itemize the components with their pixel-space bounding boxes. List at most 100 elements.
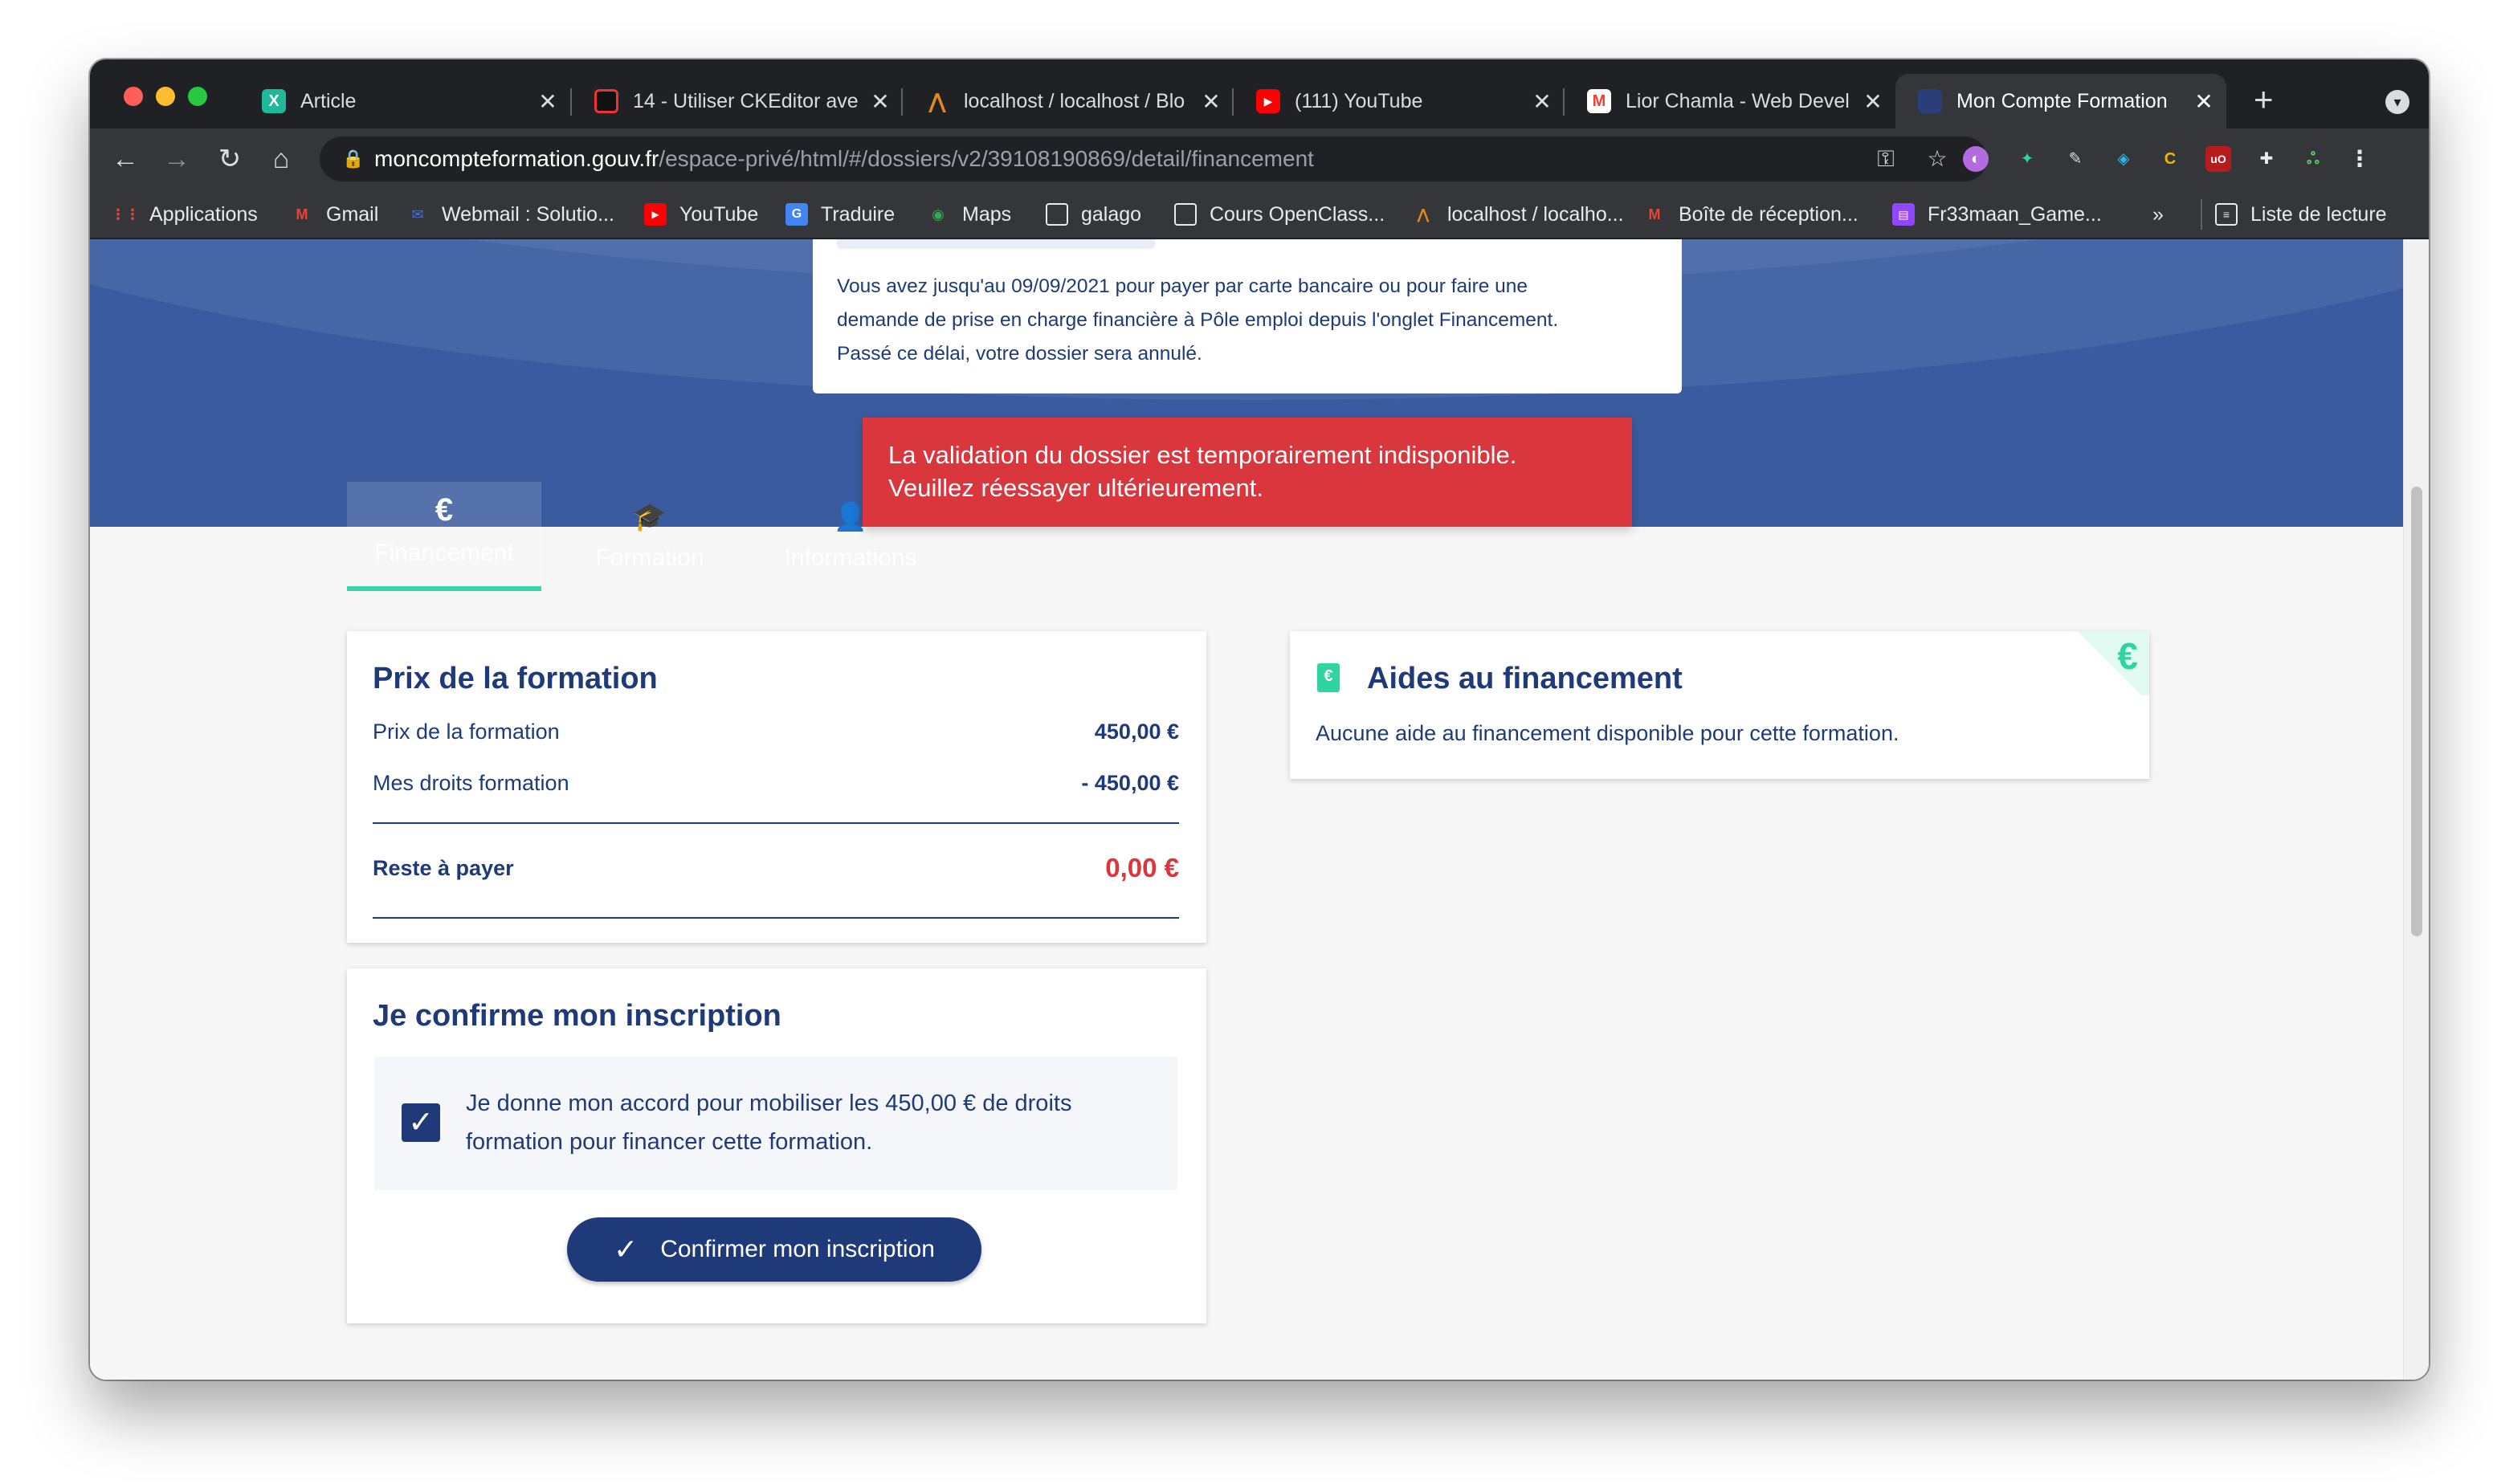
- tab-title: Lior Chamla - Web Devel: [1626, 89, 1850, 112]
- tab-close-icon[interactable]: ✕: [858, 88, 903, 115]
- bookmark-openclassrooms[interactable]: Cours OpenClass...: [1174, 199, 1385, 230]
- tab-close-icon[interactable]: ✕: [525, 88, 570, 115]
- bookmark-label: Cours OpenClass...: [1210, 202, 1385, 226]
- tab-close-icon[interactable]: ✕: [2181, 88, 2226, 115]
- reading-list-button[interactable]: ≡ Liste de lecture: [2201, 199, 2387, 230]
- scrollbar-thumb[interactable]: [2411, 487, 2422, 936]
- tab-label: Financement: [374, 540, 514, 566]
- forward-icon[interactable]: →: [157, 140, 196, 178]
- browser-tab-4[interactable]: M Lior Chamla - Web Devel ✕: [1565, 74, 1895, 128]
- price-row-label: Prix de la formation: [373, 720, 560, 744]
- tab-strip: X Article ✕ 14 - Utiliser CKEditor ave ✕…: [90, 59, 2429, 128]
- bookmark-label: Gmail: [326, 202, 379, 226]
- tab-close-icon[interactable]: ✕: [1189, 88, 1234, 115]
- corner-euro-badge: €: [2069, 631, 2149, 695]
- aid-card: € € Aides au financement Aucune aide au …: [1290, 631, 2149, 779]
- bookmark-label: »: [2152, 202, 2164, 226]
- bookmark-galago[interactable]: galago: [1046, 199, 1141, 230]
- bookmark-inbox[interactable]: M Boîte de réception...: [1643, 199, 1859, 230]
- bookmarks-bar: ⋮⋮ Applications M Gmail ✉ Webmail : Solutio…: [90, 190, 2429, 239]
- rights-row-label: Mes droits formation: [373, 771, 569, 795]
- bookmark-localhost[interactable]: ⋀ localhost / localho...: [1412, 199, 1624, 230]
- browser-tab-1[interactable]: 14 - Utiliser CKEditor ave ✕: [572, 74, 903, 128]
- menu-kebab-icon[interactable]: ⋮: [2347, 146, 2373, 172]
- address-bar[interactable]: 🔒 moncompteformation.gouv.fr /espace-pri…: [320, 137, 1987, 181]
- browser-tab-2[interactable]: ⋀ localhost / localhost / Blo ✕: [903, 74, 1234, 128]
- confirm-card-title: Je confirme mon inscription: [373, 999, 781, 1033]
- divider: [373, 917, 1179, 919]
- gmail-icon: M: [1648, 206, 1661, 222]
- minimize-window-button[interactable]: [156, 87, 175, 106]
- aid-card-title: Aides au financement: [1367, 662, 1683, 695]
- key-icon[interactable]: ⚿: [1873, 146, 1899, 172]
- tab-close-icon[interactable]: ✕: [1850, 88, 1895, 115]
- reading-list-icon: ≡: [2215, 203, 2238, 226]
- price-row: Prix de la formation 450,00 €: [373, 720, 1179, 744]
- extension-icon[interactable]: C: [2157, 146, 2183, 172]
- bookmark-webmail[interactable]: ✉ Webmail : Solutio...: [406, 199, 614, 230]
- folder-icon: [1046, 203, 1068, 226]
- browser-tab-0[interactable]: X Article ✕: [239, 74, 570, 128]
- confirm-card: Je confirme mon inscription ✓ Je donne m…: [347, 968, 1206, 1323]
- consent-text: Je donne mon accord pour mobiliser les 4…: [466, 1084, 1157, 1161]
- youtube-icon: ▶: [1256, 89, 1280, 113]
- bookmark-label: Fr33maan_Game...: [1928, 202, 2102, 226]
- consent-checkbox[interactable]: ✓: [402, 1103, 440, 1142]
- zoom-window-button[interactable]: [188, 87, 207, 106]
- check-icon: ✓: [614, 1233, 639, 1266]
- euro-bookmark-icon: €: [1317, 663, 1340, 692]
- button-label: Confirmer mon inscription: [660, 1236, 935, 1262]
- bookmark-label: localhost / localho...: [1447, 202, 1624, 226]
- tab-financement[interactable]: € Financement: [347, 482, 541, 591]
- browser-tab-3[interactable]: ▶ (111) YouTube ✕: [1234, 74, 1565, 128]
- back-icon[interactable]: ←: [106, 140, 145, 178]
- bookmark-twitch[interactable]: ▤ Fr33maan_Game...: [1892, 199, 2102, 230]
- bookmark-youtube[interactable]: ▶ YouTube: [644, 199, 758, 230]
- bookmark-label: Traduire: [821, 202, 896, 226]
- total-row: Reste à payer 0,00 €: [373, 853, 1179, 883]
- tab-close-icon[interactable]: ✕: [1520, 88, 1565, 115]
- close-window-button[interactable]: [124, 87, 143, 106]
- extension-icon[interactable]: ◈: [2111, 146, 2136, 172]
- bookmark-star-icon[interactable]: ☆: [1924, 146, 1950, 172]
- home-icon[interactable]: ⌂: [262, 140, 300, 178]
- bookmark-label: Boîte de réception...: [1679, 202, 1859, 226]
- euro-icon: €: [435, 492, 454, 528]
- extension-icon[interactable]: ✦: [2014, 146, 2040, 172]
- bookmark-label: galago: [1081, 202, 1142, 226]
- tab-title: 14 - Utiliser CKEditor ave: [633, 89, 858, 112]
- tab-formation[interactable]: 🎓 Formation: [564, 482, 736, 591]
- bookmark-traduire[interactable]: G Traduire: [785, 199, 895, 230]
- error-toast[interactable]: La validation du dossier est temporairem…: [863, 418, 1632, 527]
- aid-card-text: Aucune aide au financement disponible po…: [1316, 721, 1899, 745]
- confirm-inscription-button[interactable]: ✓ Confirmer mon inscription: [567, 1217, 981, 1282]
- bookmarks-overflow-button[interactable]: »: [2152, 199, 2164, 230]
- toast-line: Veuillez réessayer ultérieurement.: [888, 474, 1263, 502]
- bookmark-applications[interactable]: ⋮⋮ Applications: [111, 199, 258, 230]
- ublock-icon[interactable]: uO: [2205, 146, 2231, 172]
- tab-title: (111) YouTube: [1295, 89, 1423, 112]
- folder-icon: [1174, 203, 1197, 226]
- extension-icon[interactable]: ஃ: [2300, 146, 2326, 172]
- url-host: moncompteformation.gouv.fr: [374, 146, 659, 171]
- scrollbar[interactable]: [2403, 239, 2429, 1380]
- notice-line: demande de prise en charge financière à …: [837, 309, 1559, 331]
- tab-search-icon[interactable]: ▾: [2385, 90, 2409, 114]
- extension-icon[interactable]: ✎: [2063, 146, 2088, 172]
- extension-icon[interactable]: ◐: [1963, 146, 1989, 172]
- bookmark-label: Maps: [962, 202, 1012, 226]
- bookmark-maps[interactable]: ◉ Maps: [927, 199, 1011, 230]
- price-row-value: 450,00 €: [1094, 720, 1179, 744]
- price-card: Prix de la formation Prix de la formatio…: [347, 631, 1206, 943]
- phpmyadmin-icon: ⋀: [1417, 206, 1430, 222]
- bookmark-gmail[interactable]: M Gmail: [291, 199, 379, 230]
- translate-icon: G: [785, 203, 808, 226]
- tab-title: Article: [300, 89, 357, 112]
- gmail-icon: M: [296, 206, 308, 222]
- puzzle-icon[interactable]: ✚: [2254, 146, 2279, 172]
- new-tab-icon[interactable]: +: [2254, 80, 2274, 119]
- reload-icon[interactable]: ↻: [210, 140, 249, 178]
- notice-top-bar: [837, 239, 1155, 249]
- browser-tab-5[interactable]: Mon Compte Formation ✕: [1895, 74, 2226, 128]
- divider: [373, 822, 1179, 824]
